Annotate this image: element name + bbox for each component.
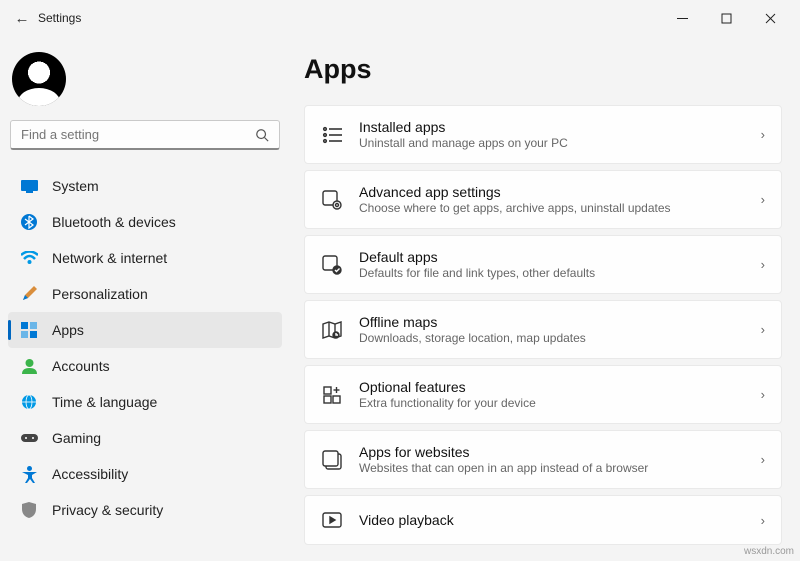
card-optional-features[interactable]: Optional features Extra functionality fo…	[304, 365, 782, 424]
sidebar-item-system[interactable]: System	[8, 168, 282, 204]
back-button[interactable]: ←	[8, 10, 36, 27]
avatar[interactable]	[12, 52, 66, 106]
wifi-icon	[20, 249, 38, 267]
brush-icon	[20, 285, 38, 303]
chevron-right-icon: ›	[761, 452, 765, 467]
app-check-icon	[321, 254, 343, 276]
sidebar-item-label: Personalization	[52, 286, 148, 302]
sidebar-item-bluetooth[interactable]: Bluetooth & devices	[8, 204, 282, 240]
chevron-right-icon: ›	[761, 257, 765, 272]
main-content: Apps Installed apps Uninstall and manage…	[290, 36, 800, 561]
chevron-right-icon: ›	[761, 513, 765, 528]
shield-icon	[20, 501, 38, 519]
sidebar-item-privacy[interactable]: Privacy & security	[8, 492, 282, 528]
window-title: Settings	[38, 11, 81, 25]
page-title: Apps	[304, 54, 782, 85]
watermark: wsxdn.com	[744, 546, 794, 557]
card-subtitle: Defaults for file and link types, other …	[359, 266, 745, 280]
sidebar-item-label: Network & internet	[52, 250, 167, 266]
list-icon	[321, 124, 343, 146]
sidebar-item-accounts[interactable]: Accounts	[8, 348, 282, 384]
window-controls	[660, 3, 792, 33]
chevron-right-icon: ›	[761, 322, 765, 337]
card-text: Default apps Defaults for file and link …	[359, 249, 745, 280]
card-subtitle: Choose where to get apps, archive apps, …	[359, 201, 745, 215]
sidebar-item-label: Gaming	[52, 430, 101, 446]
card-subtitle: Uninstall and manage apps on your PC	[359, 136, 745, 150]
card-text: Installed apps Uninstall and manage apps…	[359, 119, 745, 150]
card-text: Advanced app settings Choose where to ge…	[359, 184, 745, 215]
windows-app-icon	[321, 449, 343, 471]
app-gear-icon	[321, 189, 343, 211]
sidebar-item-network[interactable]: Network & internet	[8, 240, 282, 276]
sidebar-item-label: Privacy & security	[52, 502, 163, 518]
card-subtitle: Extra functionality for your device	[359, 396, 745, 410]
globe-clock-icon	[20, 393, 38, 411]
card-subtitle: Downloads, storage location, map updates	[359, 331, 745, 345]
sidebar-item-apps[interactable]: Apps	[8, 312, 282, 348]
sidebar-item-label: Accessibility	[52, 466, 128, 482]
card-apps-for-websites[interactable]: Apps for websites Websites that can open…	[304, 430, 782, 489]
card-title: Installed apps	[359, 119, 745, 135]
card-video-playback[interactable]: Video playback ›	[304, 495, 782, 545]
card-default-apps[interactable]: Default apps Defaults for file and link …	[304, 235, 782, 294]
sidebar-item-label: Accounts	[52, 358, 110, 374]
grid-plus-icon	[321, 384, 343, 406]
card-subtitle: Websites that can open in an app instead…	[359, 461, 745, 475]
chevron-right-icon: ›	[761, 192, 765, 207]
search-input[interactable]	[21, 127, 255, 142]
sidebar-item-accessibility[interactable]: Accessibility	[8, 456, 282, 492]
sidebar-item-label: System	[52, 178, 99, 194]
chevron-right-icon: ›	[761, 387, 765, 402]
sidebar-item-gaming[interactable]: Gaming	[8, 420, 282, 456]
gaming-icon	[20, 429, 38, 447]
sidebar-item-label: Bluetooth & devices	[52, 214, 176, 230]
card-text: Apps for websites Websites that can open…	[359, 444, 745, 475]
display-icon	[20, 177, 38, 195]
sidebar-item-label: Time & language	[52, 394, 157, 410]
accessibility-icon	[20, 465, 38, 483]
card-title: Optional features	[359, 379, 745, 395]
video-icon	[321, 509, 343, 531]
card-title: Video playback	[359, 512, 745, 528]
card-text: Optional features Extra functionality fo…	[359, 379, 745, 410]
card-text: Video playback	[359, 512, 745, 528]
card-advanced-app-settings[interactable]: Advanced app settings Choose where to ge…	[304, 170, 782, 229]
card-offline-maps[interactable]: Offline maps Downloads, storage location…	[304, 300, 782, 359]
search-box[interactable]	[10, 120, 280, 150]
apps-icon	[20, 321, 38, 339]
sidebar: System Bluetooth & devices Network & int…	[0, 36, 290, 561]
minimize-button[interactable]	[660, 3, 704, 33]
card-title: Offline maps	[359, 314, 745, 330]
close-button[interactable]	[748, 3, 792, 33]
person-icon	[20, 357, 38, 375]
sidebar-item-personalization[interactable]: Personalization	[8, 276, 282, 312]
card-title: Default apps	[359, 249, 745, 265]
card-title: Advanced app settings	[359, 184, 745, 200]
card-text: Offline maps Downloads, storage location…	[359, 314, 745, 345]
bluetooth-icon	[20, 213, 38, 231]
search-icon	[255, 128, 269, 142]
titlebar: ← Settings	[0, 0, 800, 36]
card-installed-apps[interactable]: Installed apps Uninstall and manage apps…	[304, 105, 782, 164]
sidebar-item-time-language[interactable]: Time & language	[8, 384, 282, 420]
chevron-right-icon: ›	[761, 127, 765, 142]
sidebar-item-label: Apps	[52, 322, 84, 338]
card-title: Apps for websites	[359, 444, 745, 460]
map-icon	[321, 319, 343, 341]
maximize-button[interactable]	[704, 3, 748, 33]
